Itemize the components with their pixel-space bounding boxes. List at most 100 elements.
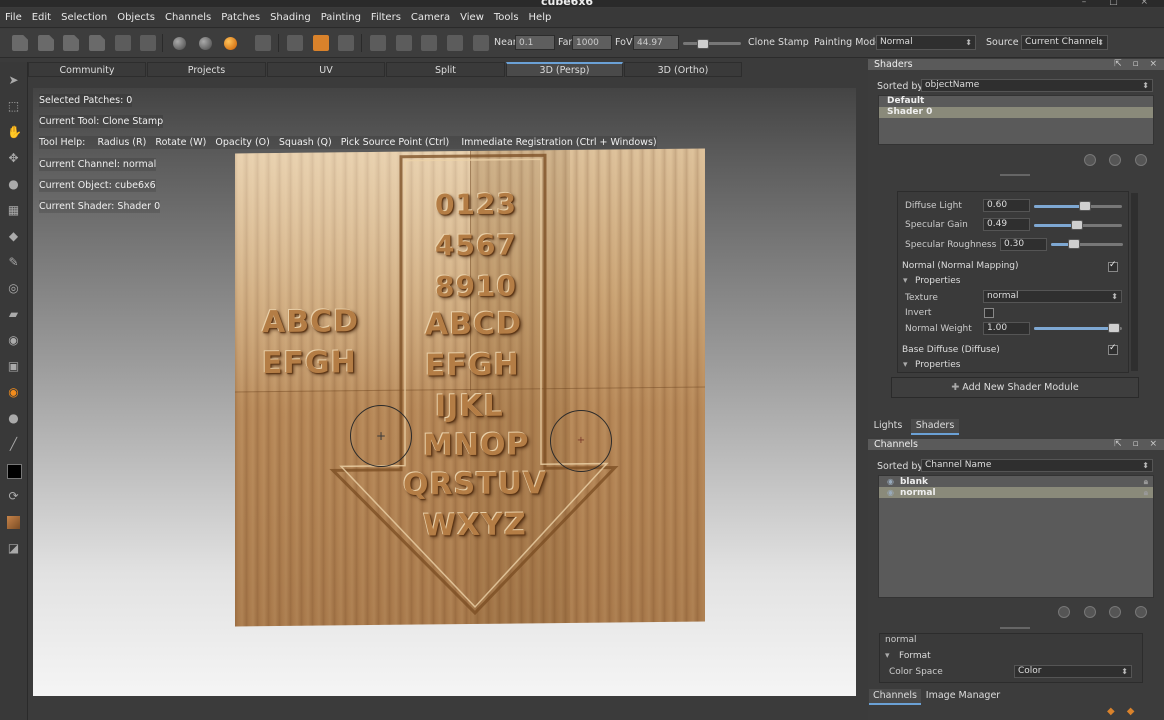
move-icon[interactable]: ✥ bbox=[7, 152, 20, 165]
color-space-select[interactable]: Color ⬍ bbox=[1014, 665, 1132, 678]
duplicate-shader-icon[interactable] bbox=[1109, 154, 1121, 166]
delete-shader-icon[interactable] bbox=[1135, 154, 1147, 166]
specular-roughness-input[interactable]: 0.30 bbox=[1000, 238, 1047, 251]
menu-selection[interactable]: Selection bbox=[56, 8, 112, 27]
grid-tool-icon[interactable]: ▦ bbox=[7, 204, 20, 217]
expand-arrow-icon[interactable]: ▾ bbox=[903, 360, 908, 370]
lock-icon[interactable]: 🔒︎ bbox=[1144, 476, 1148, 487]
shaders-sort-select[interactable]: objectName ⬍ bbox=[921, 79, 1153, 92]
base-diffuse-module-header[interactable]: Base Diffuse (Diffuse) bbox=[902, 345, 1000, 355]
normal-module-header[interactable]: Normal (Normal Mapping) bbox=[902, 261, 1019, 271]
menu-objects[interactable]: Objects bbox=[112, 8, 160, 27]
menu-help[interactable]: Help bbox=[524, 8, 557, 27]
drop-icon[interactable]: ● bbox=[7, 178, 20, 191]
object-icon[interactable] bbox=[421, 35, 437, 51]
blur-icon[interactable]: ● bbox=[7, 412, 20, 425]
tab-uv[interactable]: UV bbox=[267, 62, 385, 77]
menu-tools[interactable]: Tools bbox=[489, 8, 524, 27]
list-item[interactable]: Default bbox=[879, 96, 1153, 107]
specular-roughness-knob[interactable] bbox=[1068, 239, 1080, 249]
target-icon[interactable]: ◎ bbox=[7, 282, 20, 295]
list-item[interactable]: ◉ blank 🔒︎ bbox=[879, 476, 1153, 487]
menu-edit[interactable]: Edit bbox=[27, 8, 56, 27]
camera-icon[interactable] bbox=[396, 35, 412, 51]
normal-module-enabled-checkbox[interactable] bbox=[1108, 260, 1118, 272]
eraser-icon[interactable]: ▰ bbox=[7, 308, 20, 321]
tab-community[interactable]: Community bbox=[28, 62, 146, 77]
menu-shading[interactable]: Shading bbox=[265, 8, 316, 27]
menu-painting[interactable]: Painting bbox=[316, 8, 366, 27]
tab-3d-ortho[interactable]: 3D (Ortho) bbox=[624, 62, 742, 77]
clone-stamp-icon[interactable]: ◉ bbox=[7, 386, 20, 399]
pin-icon[interactable] bbox=[473, 35, 489, 51]
refresh-channel-icon[interactable] bbox=[1109, 606, 1121, 618]
menu-file[interactable]: File bbox=[0, 8, 27, 27]
tab-split[interactable]: Split bbox=[386, 62, 505, 77]
channels-sort-select[interactable]: Channel Name ⬍ bbox=[921, 459, 1153, 472]
save-file-icon[interactable] bbox=[63, 35, 79, 51]
add-shader-module-button[interactable]: ✚ Add New Shader Module bbox=[891, 377, 1139, 398]
foreground-color-swatch[interactable] bbox=[7, 464, 22, 479]
cube-view-icon[interactable] bbox=[370, 35, 386, 51]
window-controls[interactable]: – □ × bbox=[1082, 0, 1158, 7]
diffuse-light-input[interactable]: 0.60 bbox=[983, 199, 1030, 212]
select-arrow-icon[interactable]: ➤ bbox=[7, 74, 20, 87]
new-file-icon[interactable] bbox=[12, 35, 28, 51]
tab-projects[interactable]: Projects bbox=[147, 62, 266, 77]
wireframe-icon[interactable] bbox=[255, 35, 271, 51]
flat-shading-icon[interactable] bbox=[173, 37, 186, 50]
tab-channels[interactable]: Channels bbox=[869, 689, 921, 705]
invert-checkbox[interactable] bbox=[984, 308, 994, 318]
normal-weight-input[interactable]: 1.00 bbox=[983, 322, 1030, 335]
far-input[interactable]: 1000 bbox=[572, 35, 612, 50]
panel-float-close-icon[interactable]: ⇱ ▫ × bbox=[1114, 59, 1161, 70]
near-input[interactable]: 0.1 bbox=[515, 35, 555, 50]
gradient-icon[interactable]: ▣ bbox=[7, 360, 20, 373]
texture-select[interactable]: normal ⬍ bbox=[983, 290, 1122, 303]
painting-mode-select[interactable]: Normal ⬍ bbox=[876, 35, 976, 50]
texture-swatch[interactable] bbox=[7, 516, 20, 529]
diffuse-light-knob[interactable] bbox=[1079, 201, 1091, 211]
menu-camera[interactable]: Camera bbox=[406, 8, 455, 27]
undo-icon[interactable] bbox=[115, 35, 131, 51]
full-shading-icon[interactable] bbox=[224, 37, 237, 50]
list-item[interactable]: Shader 0 bbox=[879, 107, 1153, 118]
menu-channels[interactable]: Channels bbox=[160, 8, 216, 27]
smudge-icon[interactable]: ◉ bbox=[7, 334, 20, 347]
lasso-select-icon[interactable] bbox=[287, 35, 303, 51]
properties-scrollbar[interactable] bbox=[1131, 193, 1138, 371]
menu-patches[interactable]: Patches bbox=[216, 8, 265, 27]
grid-icon[interactable] bbox=[338, 35, 354, 51]
eyedropper-icon[interactable]: ╱ bbox=[7, 438, 20, 451]
menu-filters[interactable]: Filters bbox=[366, 8, 406, 27]
tab-3d-persp[interactable]: 3D (Persp) bbox=[506, 62, 623, 77]
eye-icon[interactable]: ◉ bbox=[887, 488, 894, 497]
source-select[interactable]: Current Channel ⬍ bbox=[1021, 35, 1108, 50]
eye-icon[interactable]: ◉ bbox=[887, 477, 894, 486]
duplicate-channel-icon[interactable] bbox=[1084, 606, 1096, 618]
fov-slider[interactable] bbox=[683, 42, 741, 45]
splitter-handle[interactable] bbox=[1000, 174, 1030, 176]
list-item[interactable]: ◉ normal 🔒︎ bbox=[879, 487, 1153, 498]
alert-icon[interactable]: ◆ bbox=[1127, 706, 1147, 717]
tab-shaders[interactable]: Shaders bbox=[911, 419, 959, 435]
smooth-shading-icon[interactable] bbox=[199, 37, 212, 50]
specular-gain-input[interactable]: 0.49 bbox=[983, 218, 1030, 231]
expand-arrow-icon[interactable]: ▾ bbox=[885, 651, 890, 661]
base-diffuse-enabled-checkbox[interactable] bbox=[1108, 343, 1118, 355]
menu-view[interactable]: View bbox=[455, 8, 489, 27]
delete-channel-icon[interactable] bbox=[1135, 606, 1147, 618]
expand-arrow-icon[interactable]: ▾ bbox=[903, 276, 908, 286]
reset-colors-icon[interactable]: ◪ bbox=[7, 542, 20, 555]
paint-bucket-icon[interactable]: ◆ bbox=[7, 230, 20, 243]
notification-icon[interactable]: ◆ bbox=[1107, 706, 1127, 717]
save-as-icon[interactable] bbox=[89, 35, 105, 51]
marquee-icon[interactable]: ⬚ bbox=[7, 100, 20, 113]
3d-viewport[interactable]: ABCD EFGH 0123 4567 8910 ABCD EFGH IJKL … bbox=[33, 88, 856, 696]
textured-plane[interactable]: ABCD EFGH 0123 4567 8910 ABCD EFGH IJKL … bbox=[235, 148, 705, 627]
tab-lights[interactable]: Lights bbox=[869, 419, 907, 433]
specular-gain-knob[interactable] bbox=[1071, 220, 1083, 230]
fov-input[interactable]: 44.97 bbox=[633, 35, 679, 50]
redo-icon[interactable] bbox=[140, 35, 156, 51]
swap-colors-icon[interactable]: ⟳ bbox=[7, 490, 20, 503]
